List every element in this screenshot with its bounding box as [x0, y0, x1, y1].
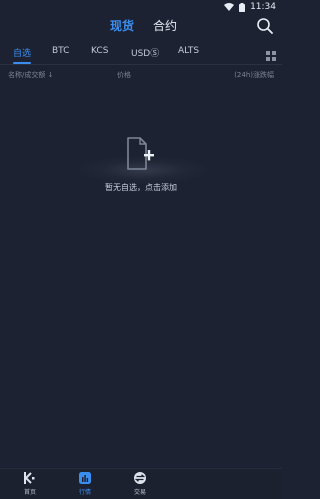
- nav-markets[interactable]: 行情: [65, 471, 105, 496]
- tab-futures[interactable]: 合约: [153, 17, 177, 34]
- tab-spot[interactable]: 现货: [110, 17, 134, 34]
- sort-by-name-volume[interactable]: 名称/成交额 ↓: [8, 70, 53, 80]
- price-header: 价格: [117, 71, 131, 79]
- bottom-navigation: 首页 行情 交易: [0, 468, 282, 499]
- top-navigation: 现货 合约: [0, 14, 282, 42]
- chart-bars-icon: [65, 471, 105, 485]
- nav-markets-label: 行情: [78, 489, 91, 496]
- add-document-icon[interactable]: [125, 136, 157, 172]
- nav-home-label: 首页: [23, 489, 36, 496]
- grid-menu-icon[interactable]: [266, 46, 276, 61]
- wifi-icon: [224, 3, 235, 11]
- search-icon[interactable]: [256, 17, 274, 35]
- nav-trade[interactable]: 交易: [120, 471, 160, 496]
- tab-alts[interactable]: ALTS: [178, 46, 199, 56]
- empty-state[interactable]: 暂无自选，点击添加: [0, 128, 282, 208]
- exchange-icon: [120, 471, 160, 485]
- battery-icon: [239, 2, 246, 12]
- status-time: 11:34: [250, 2, 276, 12]
- nav-home[interactable]: 首页: [10, 471, 50, 496]
- tab-btc[interactable]: BTC: [52, 46, 69, 56]
- tab-kcs[interactable]: KCS: [91, 46, 108, 56]
- column-headers: 名称/成交额 ↓ 价格 (24h)涨跌幅: [0, 68, 282, 82]
- kucoin-logo-icon: [10, 471, 50, 485]
- status-bar: 11:34: [0, 0, 282, 14]
- market-category-tabs: 自选 BTC KCS USDⓈ ALTS: [0, 44, 282, 64]
- tab-usds[interactable]: USDⓈ: [131, 46, 159, 59]
- change-24h-header[interactable]: (24h)涨跌幅: [234, 70, 274, 80]
- nav-trade-label: 交易: [133, 489, 146, 496]
- divider: [0, 64, 282, 65]
- empty-state-message: 暂无自选，点击添加: [105, 183, 177, 192]
- tab-favorites[interactable]: 自选: [13, 46, 32, 64]
